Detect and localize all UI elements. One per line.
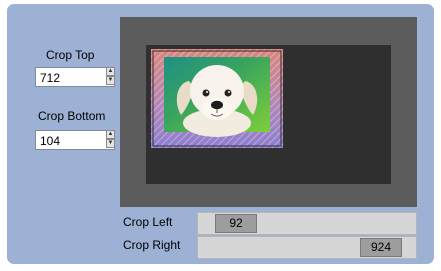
spinner-up-arrow-icon[interactable]: ▲ (106, 130, 115, 139)
crop-top-label: Crop Top (46, 48, 95, 62)
crop-top-spin-buttons: ▲ ▼ (106, 67, 115, 87)
spinner-down-arrow-icon[interactable]: ▼ (106, 76, 115, 85)
crop-bottom-label: Crop Bottom (38, 109, 106, 123)
crop-left-slider[interactable]: 92 (197, 212, 417, 235)
crop-bottom-value[interactable]: 104 (40, 134, 60, 148)
cropped-image-preview[interactable] (151, 49, 283, 148)
crop-left-slider-thumb[interactable]: 92 (215, 214, 257, 233)
crop-top-spinner[interactable]: 712 ▲ ▼ (35, 67, 115, 87)
crop-top-value[interactable]: 712 (40, 71, 60, 85)
spinner-down-arrow-icon[interactable]: ▼ (106, 139, 115, 148)
spinner-up-arrow-icon[interactable]: ▲ (106, 67, 115, 76)
crop-right-label: Crop Right (123, 238, 181, 252)
crop-bottom-spinner[interactable]: 104 ▲ ▼ (35, 130, 115, 150)
crop-right-slider[interactable]: 924 (197, 236, 417, 259)
crop-right-slider-thumb[interactable]: 924 (360, 238, 402, 257)
crop-bottom-spin-buttons: ▲ ▼ (106, 130, 115, 150)
crop-left-label: Crop Left (123, 215, 173, 229)
